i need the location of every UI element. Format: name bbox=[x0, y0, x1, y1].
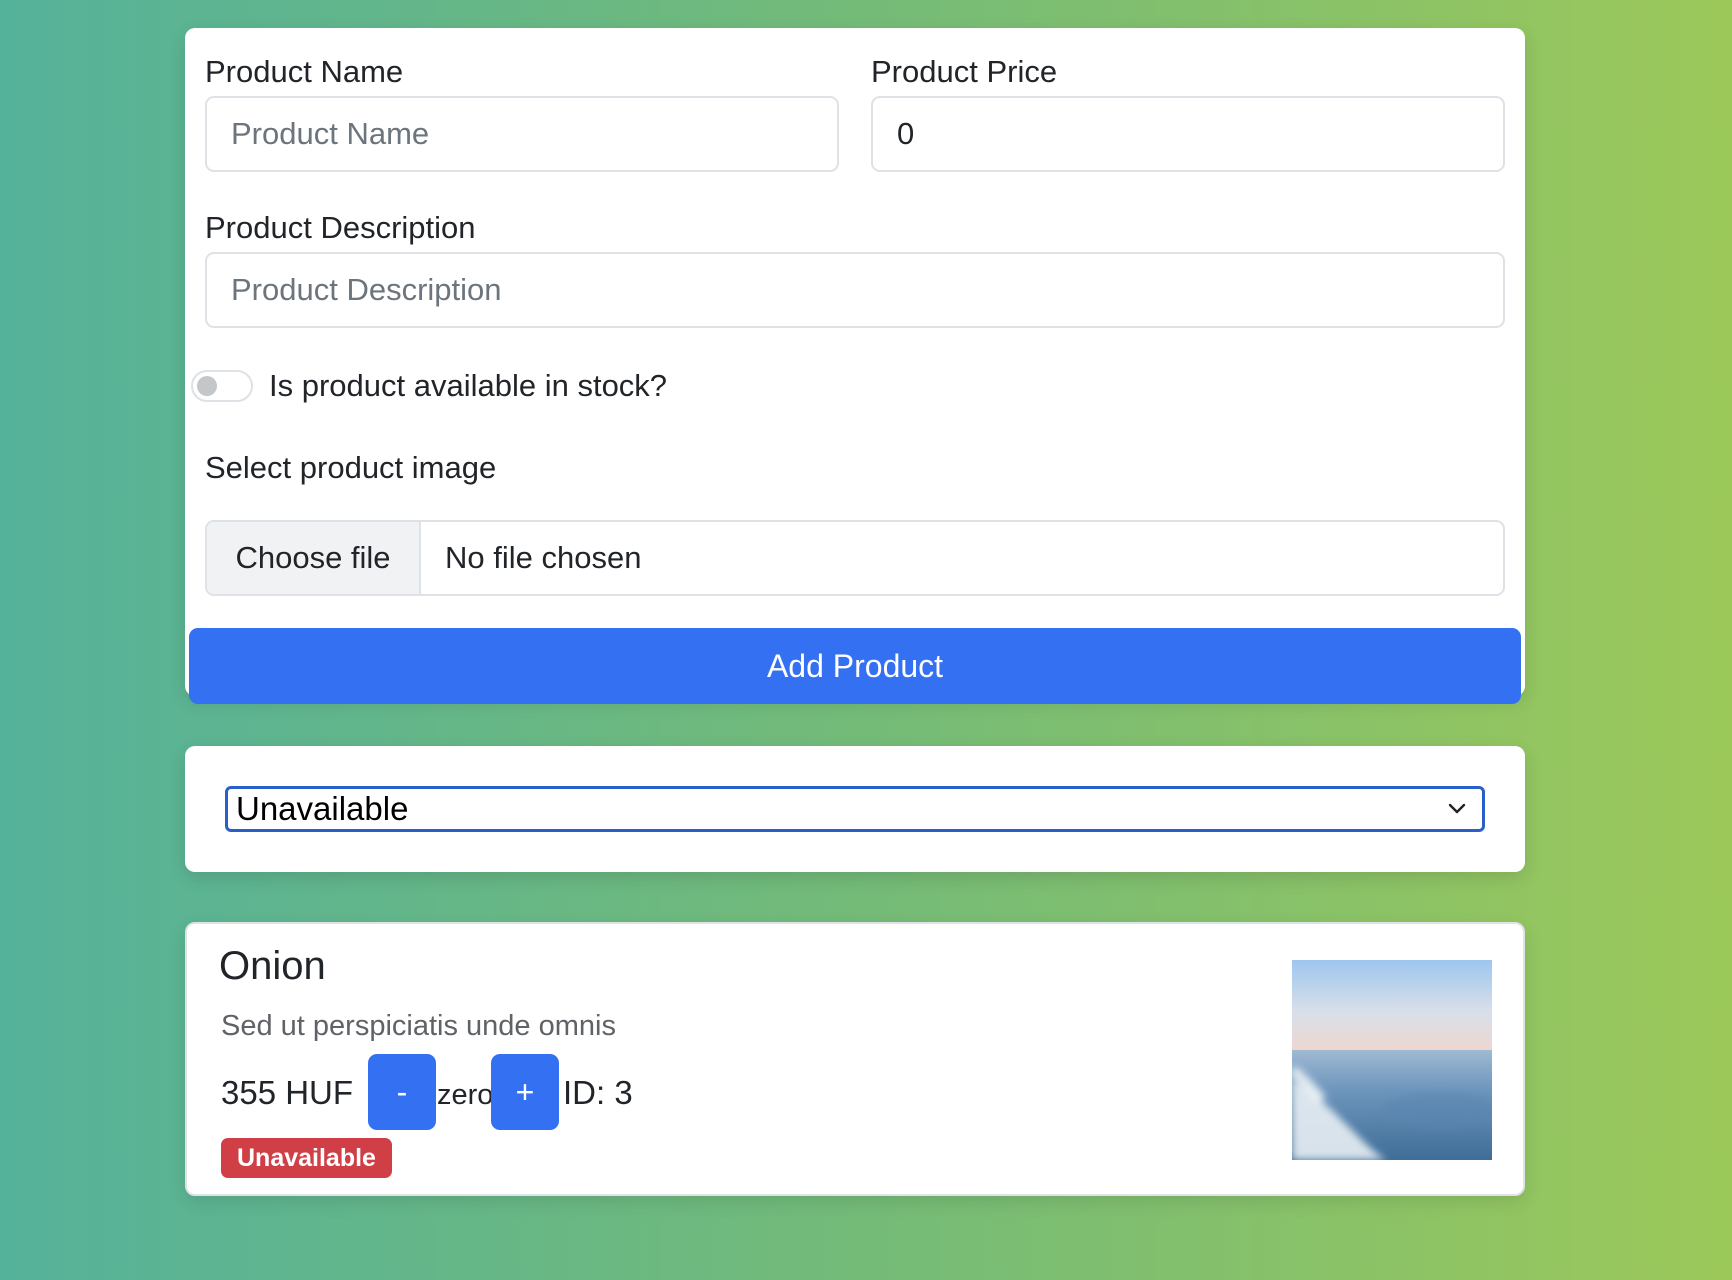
product-price-label: Product Price bbox=[871, 54, 1058, 89]
product-id: ID: 3 bbox=[563, 1074, 633, 1111]
availability-filter-select[interactable]: Unavailable bbox=[225, 786, 1485, 832]
product-image-label: Select product image bbox=[205, 450, 497, 485]
product-name: Onion bbox=[219, 944, 326, 988]
stock-toggle-label: Is product available in stock? bbox=[269, 368, 668, 403]
sea-photo-image bbox=[1292, 960, 1492, 1160]
file-status-text: No file chosen bbox=[445, 540, 642, 575]
selected-filter-value: Unavailable bbox=[236, 790, 409, 827]
product-description: Sed ut perspiciatis unde omnis bbox=[221, 1010, 616, 1042]
toggle-knob bbox=[197, 376, 217, 396]
product-description-input[interactable] bbox=[205, 252, 1505, 328]
product-price-input[interactable] bbox=[871, 96, 1505, 172]
increment-quantity-button[interactable]: + bbox=[491, 1054, 559, 1130]
product-image bbox=[1292, 960, 1492, 1160]
product-image-file-input[interactable]: Choose file No file chosen bbox=[205, 520, 1505, 596]
stock-toggle-switch[interactable] bbox=[191, 370, 253, 402]
decrement-quantity-button[interactable]: - bbox=[368, 1054, 436, 1130]
product-name-label: Product Name bbox=[205, 54, 404, 89]
availability-filter-card: Unavailable bbox=[185, 746, 1525, 872]
add-product-form-card: Product Name Product Price Product Descr… bbox=[185, 28, 1525, 704]
product-card: Onion Sed ut perspiciatis unde omnis 355… bbox=[185, 922, 1525, 1196]
product-price: 355 HUF bbox=[221, 1074, 354, 1111]
status-badge: Unavailable bbox=[221, 1138, 392, 1178]
product-description-label: Product Description bbox=[205, 210, 476, 245]
quantity-text: zero bbox=[437, 1079, 494, 1111]
choose-file-button[interactable]: Choose file bbox=[207, 522, 421, 594]
add-product-button[interactable]: Add Product bbox=[189, 628, 1521, 704]
chevron-down-icon bbox=[1448, 803, 1466, 814]
product-name-input[interactable] bbox=[205, 96, 839, 172]
